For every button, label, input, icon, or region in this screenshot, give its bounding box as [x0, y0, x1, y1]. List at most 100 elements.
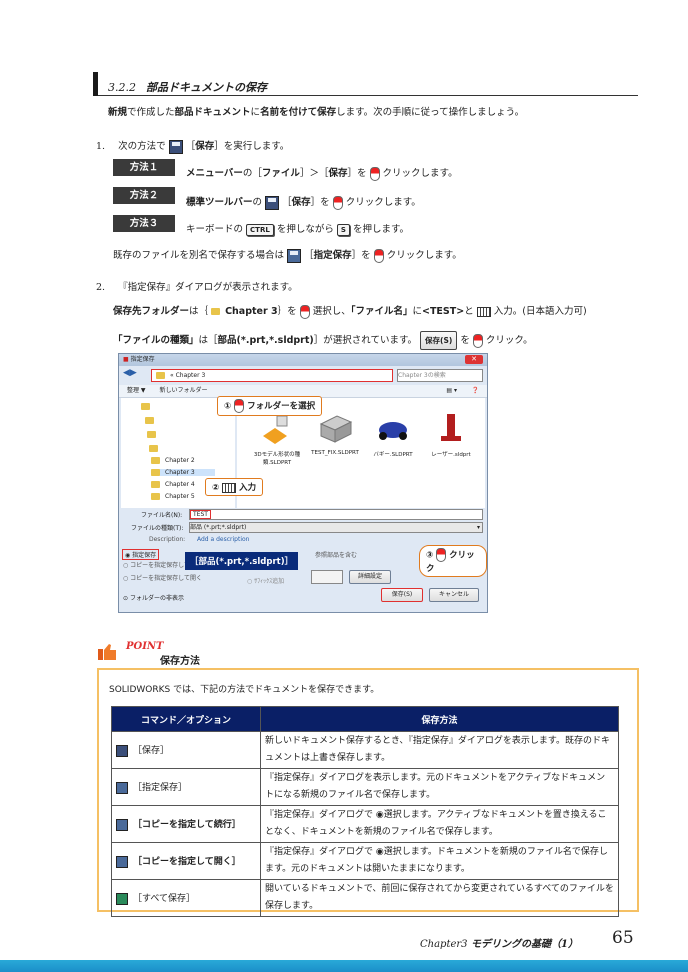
text: クリックします。 — [345, 197, 421, 208]
table-row: ［すべて保存］ 開いているドキュメントで、前回に保存されてから変更されているすべ… — [111, 879, 619, 917]
filename-input[interactable]: TEST — [189, 509, 483, 520]
folder-item[interactable]: Chapter 2 — [151, 457, 195, 464]
step-text: 『指定保存』ダイアログが表示されます。 — [118, 282, 298, 293]
radio-label: コピーを指定保存して開く — [130, 575, 202, 582]
folder-item[interactable]: Chapter 5 — [151, 493, 195, 500]
mouse-click-icon — [234, 399, 245, 413]
description-link[interactable]: Add a description — [197, 536, 249, 543]
back-forward-icon[interactable]: ◀▶ — [123, 368, 137, 378]
method-3-label: 方法３ — [113, 215, 175, 232]
table-row: ［コピーを指定して開く］ 『指定保存』ダイアログで ◉選択します。ドキュメントを… — [111, 842, 619, 880]
text: ］が選択されています。 — [313, 335, 418, 346]
cancel-button[interactable]: キャンセル — [429, 588, 479, 602]
save-copy-open-icon — [116, 855, 128, 868]
file-name[interactable]: バギー.SLDPRT — [365, 450, 421, 458]
save-menu: 保存 — [328, 168, 348, 179]
file-name[interactable]: レーザー.sldprt — [423, 450, 479, 458]
organize-button[interactable]: 整理 ▼ — [127, 387, 146, 394]
advanced-button[interactable]: 詳細設定 — [349, 570, 391, 584]
address-text: Chapter 3 — [175, 372, 206, 379]
point-title: 保存方法 — [160, 656, 200, 667]
table-row: ［保存］ 新しいドキュメント保存するとき、『指定保存』ダイアログを表示します。既… — [111, 731, 619, 769]
column-header-command: コマンド／オプション — [111, 706, 261, 732]
address-bar[interactable]: « Chapter 3 — [151, 369, 393, 382]
text: クリック。 — [485, 335, 533, 346]
text: キーボードの — [186, 224, 244, 235]
folder-item[interactable]: Chapter 4 — [151, 481, 195, 488]
footer-chapter: Chapter3 モデリングの基礎（1） — [420, 935, 578, 950]
callout-number: ① — [224, 401, 232, 412]
save-button-image: 保存(S) — [420, 331, 458, 350]
section-title: 3.2.2 部品ドキュメントの保存 — [108, 79, 267, 95]
test-value: <TEST> — [421, 306, 465, 317]
radio-label: 指定保存 — [132, 552, 157, 559]
folder-item-selected[interactable]: Chapter 3 — [151, 469, 215, 476]
text: は［ — [198, 335, 218, 346]
mouse-click-icon — [436, 548, 447, 562]
command-cell: ［保存］ — [111, 731, 261, 769]
table-row: ［指定保存］ 『指定保存』ダイアログを表示します。元のドキュメントをアクティブな… — [111, 768, 619, 806]
command-name: ［指定保存］ — [133, 783, 188, 794]
footer-chapter-title: モデリングの基礎（1） — [471, 939, 578, 950]
description-cell: 『指定保存』ダイアログを表示します。元のドキュメントをアクティブなドキュメントに… — [260, 768, 619, 806]
hide-folders-toggle[interactable]: ⊙ フォルダーの非表示 — [123, 593, 184, 602]
file-name[interactable]: 3Dモデル形状の種類.SLDPRT — [249, 450, 305, 466]
filename-label: ファイル名(N): — [141, 512, 183, 519]
intro-new: 新規 — [108, 107, 128, 118]
intro-part-doc: 部品ドキュメント — [174, 107, 251, 118]
text: ［ — [282, 197, 292, 208]
keyboard-icon — [476, 306, 491, 317]
close-icon[interactable]: ✕ — [465, 355, 483, 364]
new-folder-button[interactable]: 新しいフォルダー — [159, 387, 207, 394]
command-name: ［コピーを指定して開く］ — [133, 857, 241, 868]
filetype-select[interactable]: 部品 (*.prt;*.sldprt) ▾ — [189, 522, 483, 533]
tree-folder-icon — [147, 430, 161, 440]
part-thumbnail-laser — [441, 414, 461, 441]
part-thumbnail-block — [319, 415, 353, 443]
footer-bar — [0, 960, 688, 972]
standard-toolbar: 標準ツールバー — [186, 197, 253, 208]
suffix-input[interactable] — [311, 570, 343, 584]
folder-name: Chapter 4 — [165, 481, 195, 488]
step-2: 2. 『指定保存』ダイアログが表示されます。 — [96, 279, 298, 293]
step-save: 保存 — [195, 141, 215, 152]
tree-folder-icon — [141, 402, 155, 412]
step-number: 1. — [96, 141, 106, 152]
filename-label: 「ファイル名」 — [350, 306, 413, 317]
step-1: 1. 次の方法で ［保存］を実行します。 — [96, 138, 289, 154]
save-button[interactable]: 保存(S) — [381, 588, 423, 602]
page-number: 65 — [612, 928, 634, 948]
include-refs-checkbox[interactable]: 参照部品を含む — [315, 550, 357, 559]
text: を押します。 — [352, 224, 410, 235]
callout-number: ③ — [426, 550, 434, 561]
folder-name: Chapter 3 — [165, 469, 195, 476]
save-icon — [168, 139, 183, 154]
radio-save-as[interactable]: ◉ 指定保存 — [122, 549, 160, 560]
filetype-value: 部品(*.prt,*.sldprt) — [217, 335, 314, 346]
text: ］を — [310, 197, 330, 208]
save-as-icon — [116, 781, 128, 794]
folder-icon — [156, 372, 165, 379]
save-copy-continue-icon — [116, 818, 128, 831]
callout-filetype: ［部品(*.prt,*.sldprt)］ — [185, 552, 299, 570]
folder-icon — [211, 308, 221, 315]
suffix-option[interactable]: ○ ｻﾌｨｯｸｽ追加 — [247, 576, 284, 585]
text: ］＞［ — [299, 168, 329, 179]
text: ［ — [304, 250, 314, 261]
view-icon[interactable]: ▤ ▾ — [446, 385, 457, 397]
step-text: 次の方法で — [118, 141, 166, 152]
help-icon[interactable]: ❓ — [472, 385, 479, 397]
description-cell: 開いているドキュメントで、前回に保存されてから変更されているすべてのファイルを保… — [260, 879, 619, 917]
point-badge: POINT — [126, 641, 164, 652]
dialog-titlebar: ■ 指定保存 — [119, 354, 487, 366]
radio-copy-open[interactable]: ○ コピーを指定保存して開く — [123, 573, 202, 582]
search-input[interactable]: Chapter 3の検索 — [397, 369, 483, 382]
method-2-text: 標準ツールバーの ［保存］を クリックします。 — [186, 194, 421, 210]
text: を押しながら — [276, 224, 334, 235]
command-cell: ［コピーを指定して続行］ — [111, 805, 261, 843]
text: は｛ — [189, 306, 209, 317]
filetype-label: 「ファイルの種類」 — [113, 335, 199, 346]
command-name: ［すべて保存］ — [133, 894, 196, 905]
file-name[interactable]: TEST_FIX.SLDPRT — [307, 450, 363, 456]
intro-text: に — [250, 107, 261, 118]
